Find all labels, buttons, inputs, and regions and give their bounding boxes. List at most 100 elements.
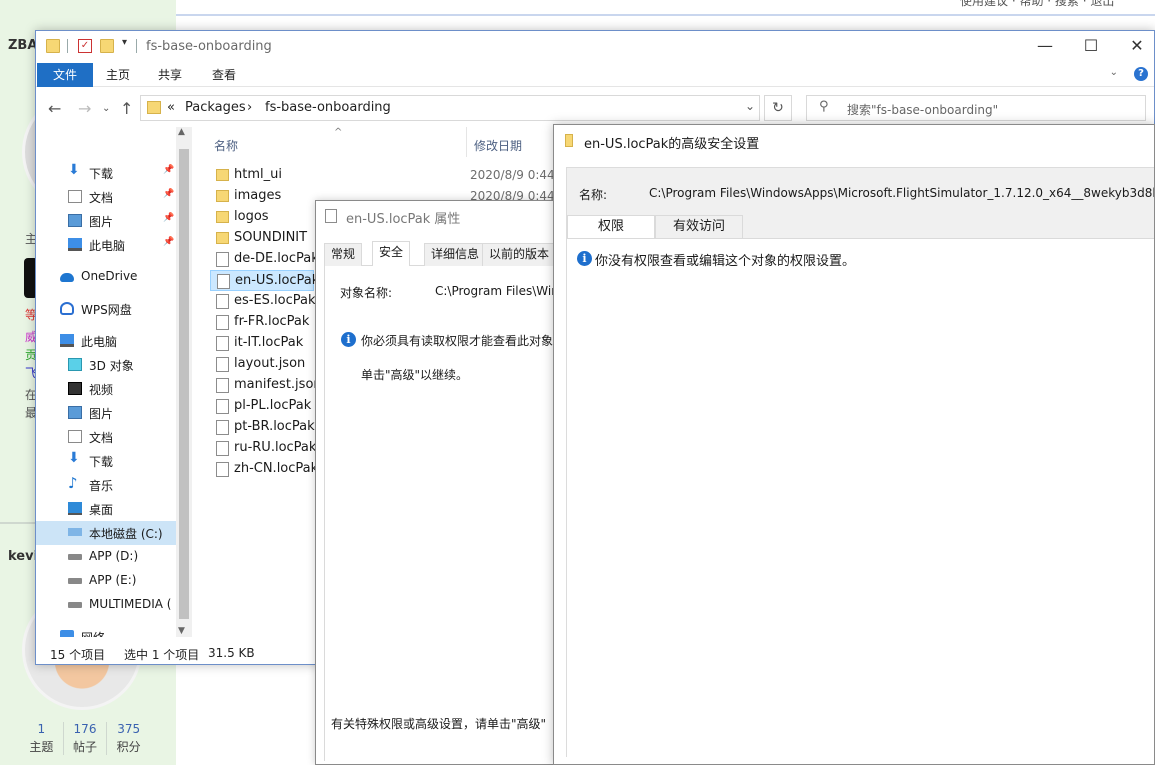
tab-general[interactable]: 常规 <box>324 243 363 266</box>
tab-home[interactable]: 主页 <box>92 63 144 87</box>
folder-icon <box>46 39 60 53</box>
advanced-titlebar[interactable]: en-US.locPak的高级安全设置 <box>554 125 1154 157</box>
stat-credits[interactable]: 375 积分 <box>107 722 150 755</box>
sidebar-item-label: 3D 对象 <box>89 359 134 373</box>
sidebar-item[interactable]: 图片 📌 <box>36 209 176 233</box>
sidebar-item[interactable]: 图片 <box>36 401 176 425</box>
pin-icon[interactable]: 📌 <box>163 189 174 199</box>
picture-icon <box>68 406 82 419</box>
file-row[interactable]: fr-FR.locPak <box>210 312 314 333</box>
sidebar-item[interactable]: WPS网盘 <box>36 297 176 321</box>
close-button[interactable]: ✕ <box>1114 31 1155 63</box>
minimize-button[interactable]: — <box>1022 31 1068 63</box>
tab-details[interactable]: 详细信息 <box>424 243 487 266</box>
pin-icon[interactable]: 📌 <box>163 165 174 175</box>
column-header-name[interactable]: 名称 <box>214 137 238 154</box>
file-row[interactable]: zh-CN.locPak <box>210 459 318 480</box>
name-label: 名称: <box>579 188 608 202</box>
tab-security[interactable]: 安全 <box>372 241 411 267</box>
explorer-titlebar[interactable]: ✓ ▾ fs-base-onboarding — ☐ ✕ <box>36 31 1154 63</box>
file-row[interactable]: pt-BR.locPak <box>210 417 315 438</box>
breadcrumb-overflow[interactable]: « <box>167 100 175 115</box>
back-arrow-icon[interactable]: ← <box>48 99 61 118</box>
file-icon <box>216 336 229 351</box>
sidebar-item[interactable]: 此电脑 <box>36 329 176 353</box>
tab-permissions[interactable]: 权限 <box>567 215 655 238</box>
maximize-button[interactable]: ☐ <box>1068 31 1114 63</box>
nav-scrollbar-thumb[interactable] <box>179 149 189 619</box>
expand-ribbon-icon[interactable]: ⌄ <box>1110 67 1118 78</box>
column-header-modified[interactable]: 修改日期 <box>474 137 522 154</box>
sidebar-item[interactable]: MULTIMEDIA ( <box>36 593 176 617</box>
tab-effective-access[interactable]: 有效访问 <box>655 215 743 238</box>
recent-locations-icon[interactable]: ⌄ <box>102 103 110 114</box>
file-row[interactable]: es-ES.locPak <box>210 291 316 312</box>
breadcrumb-current[interactable]: fs-base-onboarding <box>265 100 391 115</box>
forward-arrow-icon[interactable]: → <box>78 99 91 118</box>
file-name: en-US.locPak <box>235 273 320 288</box>
sidebar-item[interactable]: 视频 <box>36 377 176 401</box>
sidebar-item[interactable]: 本地磁盘 (C:) <box>36 521 176 545</box>
sidebar-item[interactable]: 桌面 <box>36 497 176 521</box>
scroll-up-icon[interactable]: ▲ <box>178 127 185 137</box>
file-row[interactable]: ru-RU.locPak <box>210 438 316 459</box>
stat-topics[interactable]: 1 主题 <box>20 722 64 755</box>
sort-ascending-icon: ^ <box>334 127 343 138</box>
sidebar-item[interactable]: APP (E:) <box>36 569 176 593</box>
column-divider[interactable] <box>466 127 467 157</box>
sidebar-item[interactable]: 3D 对象 <box>36 353 176 377</box>
wps-cloud-icon <box>60 302 74 315</box>
properties-titlebar[interactable]: en-US.locPak 属性 <box>316 201 576 231</box>
properties-quick-icon[interactable]: ✓ <box>78 39 92 53</box>
pin-icon[interactable]: 📌 <box>163 213 174 223</box>
file-row[interactable]: layout.json <box>210 354 314 375</box>
file-row[interactable]: logos <box>210 207 314 228</box>
breadcrumb-packages[interactable]: Packages <box>185 100 246 115</box>
sidebar-item[interactable]: ♪ 音乐 <box>36 473 176 497</box>
help-icon[interactable]: ? <box>1134 67 1148 81</box>
file-icon <box>216 252 229 267</box>
no-permission-message: 你没有权限查看或编辑这个对象的权限设置。 <box>595 254 856 269</box>
pin-icon[interactable]: 📌 <box>163 237 174 247</box>
new-folder-quick-icon[interactable] <box>100 39 114 53</box>
tab-view[interactable]: 查看 <box>198 63 250 87</box>
chevron-down-icon[interactable]: ⌄ <box>745 99 755 113</box>
forum-username-2[interactable]: kevi <box>8 549 38 564</box>
file-row[interactable]: manifest.json <box>210 375 322 396</box>
sidebar-item[interactable]: APP (D:) <box>36 545 176 569</box>
sidebar-item[interactable]: 此电脑 📌 <box>36 233 176 257</box>
file-row[interactable]: de-DE.locPak <box>210 249 319 270</box>
scroll-down-icon[interactable]: ▼ <box>178 626 185 636</box>
stat-label: 积分 <box>116 740 141 754</box>
sidebar-item-label: 此电脑 <box>89 239 126 253</box>
tab-previous-versions[interactable]: 以前的版本 <box>482 243 557 266</box>
stat-posts[interactable]: 176 帖子 <box>64 722 108 755</box>
file-row[interactable]: it-IT.locPak <box>210 333 314 354</box>
sidebar-item[interactable]: 文档 <box>36 425 176 449</box>
forum-top-divider <box>176 14 1155 16</box>
forum-username-1[interactable]: ZBA <box>8 38 37 53</box>
sidebar-item[interactable]: OneDrive <box>36 265 176 289</box>
tab-share[interactable]: 共享 <box>144 63 196 87</box>
music-icon: ♪ <box>68 474 78 492</box>
refresh-button[interactable]: ↻ <box>764 95 792 121</box>
file-row[interactable]: pl-PL.locPak <box>210 396 314 417</box>
tab-file[interactable]: 文件 <box>37 63 93 87</box>
file-row[interactable]: en-US.locPak <box>210 270 319 291</box>
sidebar-item[interactable]: 网络 <box>36 625 176 637</box>
sidebar-item[interactable]: ⬇ 下载 📌 <box>36 161 176 185</box>
file-row[interactable]: html_ui <box>210 165 314 186</box>
sidebar-item[interactable]: ⬇ 下载 <box>36 449 176 473</box>
search-input[interactable]: ⚲ 搜索"fs-base-onboarding" <box>806 95 1146 121</box>
file-row[interactable]: images <box>210 186 314 207</box>
chevron-down-icon[interactable]: ▾ <box>122 37 127 48</box>
file-row[interactable]: SOUNDINIT <box>210 228 314 249</box>
up-arrow-icon[interactable]: ↑ <box>120 99 133 118</box>
sidebar-item-label: 本地磁盘 (C:) <box>89 527 163 541</box>
address-input[interactable]: « Packages › fs-base-onboarding ⌄ <box>140 95 760 121</box>
sidebar-item[interactable]: 文档 📌 <box>36 185 176 209</box>
download-icon: ⬇ <box>68 162 80 178</box>
properties-dialog: en-US.locPak 属性 常规 安全 详细信息 以前的版本 对象名称: C… <box>315 200 577 765</box>
folder-icon <box>147 101 161 114</box>
forum-top-links[interactable]: 使用建议 · 帮助 · 搜索 · 退出 <box>960 0 1114 9</box>
